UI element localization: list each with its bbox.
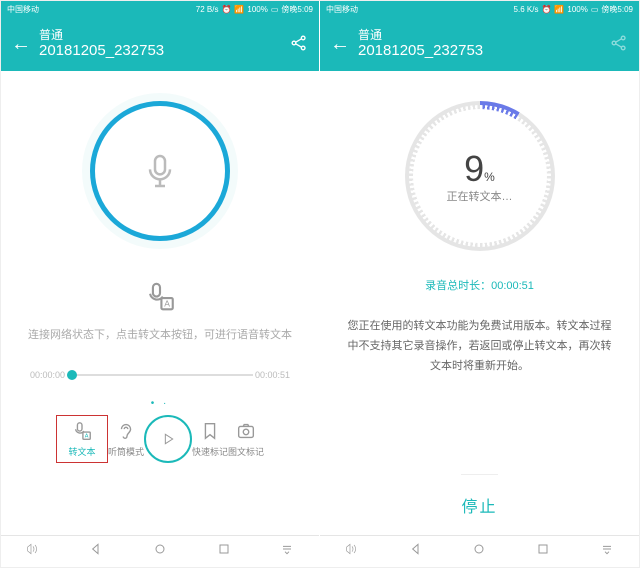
header-category: 普通 <box>39 28 281 42</box>
nav-home-icon[interactable] <box>471 541 487 562</box>
svg-text:A: A <box>85 433 89 439</box>
clock: 傍晚5:09 <box>281 4 313 15</box>
progress-slider[interactable]: 00:00:00 00:00:51 <box>30 370 290 380</box>
battery-icon: ▭ <box>591 5 599 14</box>
time-start: 00:00:00 <box>30 370 65 380</box>
quickmark-label: 快速标记 <box>192 445 228 458</box>
transcribe-icon: A <box>71 421 93 443</box>
play-icon <box>144 415 192 463</box>
slider-track[interactable] <box>67 374 253 376</box>
share-icon[interactable] <box>289 33 309 56</box>
back-icon[interactable]: ← <box>11 33 31 56</box>
nav-drawer-icon[interactable] <box>279 541 295 562</box>
percent-unit: % <box>484 170 495 184</box>
hint-block: A 连接网络状态下，点击转文本按钮，可进行语音转文本 <box>28 281 292 342</box>
bookmark-icon <box>199 420 221 442</box>
toolbar: A 转文本 听筒模式 快速标记 图文标记 <box>56 409 264 467</box>
nav-recent-icon[interactable] <box>535 541 551 562</box>
nav-home-icon[interactable] <box>152 541 168 562</box>
app-header: ← 普通 20181205_232753 <box>320 17 639 71</box>
progress-ring: 9% 正在转文本… <box>405 101 555 251</box>
net-speed: 5.6 K/s <box>514 5 539 14</box>
header-category: 普通 <box>358 28 601 42</box>
header-title: 20181205_232753 <box>39 42 281 60</box>
main-area: 9% 正在转文本… 录音总时长：00:00:51 您正在使用的转文本功能为免费试… <box>320 71 639 535</box>
alarm-icon: ⏰ <box>221 5 231 14</box>
back-icon[interactable]: ← <box>330 33 350 56</box>
ring-label: 正在转文本… <box>447 188 513 204</box>
transcribe-label: 转文本 <box>68 445 95 458</box>
phone-left: 中国移动 72 B/s ⏰ 📶 100% ▭ 傍晚5:09 ← 普通 20181… <box>1 1 320 567</box>
nav-bar <box>320 535 639 567</box>
status-bar: 中国移动 72 B/s ⏰ 📶 100% ▭ 傍晚5:09 <box>1 1 319 17</box>
app-header: ← 普通 20181205_232753 <box>1 17 319 71</box>
alarm-icon: ⏰ <box>541 5 551 14</box>
signal-icon: 📶 <box>234 5 244 14</box>
page-dots: • · <box>151 398 170 409</box>
nav-voice-icon[interactable] <box>344 541 360 562</box>
headset-button[interactable]: 听筒模式 <box>108 420 144 458</box>
mic-icon <box>140 151 180 191</box>
phone-right: 中国移动 5.6 K/s ⏰ 📶 100% ▭ 傍晚5:09 ← 普通 2018… <box>320 1 639 567</box>
play-button[interactable] <box>144 415 192 463</box>
photomark-button[interactable]: 图文标记 <box>228 420 264 458</box>
quickmark-button[interactable]: 快速标记 <box>192 420 228 458</box>
stop-button[interactable]: 停止 <box>461 474 497 535</box>
clock: 傍晚5:09 <box>601 4 633 15</box>
duration-value: 00:00:51 <box>491 280 534 292</box>
duration-label: 录音总时长： <box>425 280 491 292</box>
record-circle[interactable] <box>90 101 230 241</box>
status-bar: 中国移动 5.6 K/s ⏰ 📶 100% ▭ 傍晚5:09 <box>320 1 639 17</box>
nav-recent-icon[interactable] <box>216 541 232 562</box>
transcribe-button[interactable]: A 转文本 <box>56 415 108 463</box>
transcribe-hint-icon: A <box>28 281 292 318</box>
header-title: 20181205_232753 <box>358 42 601 60</box>
battery-pct: 100% <box>567 5 587 14</box>
battery-pct: 100% <box>247 5 267 14</box>
percent-value: 9 <box>464 148 484 189</box>
svg-text:A: A <box>164 299 170 309</box>
duration-line: 录音总时长：00:00:51 <box>425 277 534 293</box>
ear-icon <box>115 420 137 442</box>
main-area: A 连接网络状态下，点击转文本按钮，可进行语音转文本 00:00:00 00:0… <box>1 71 319 535</box>
camera-icon <box>235 420 257 442</box>
nav-back-icon[interactable] <box>88 541 104 562</box>
carrier: 中国移动 <box>326 4 358 15</box>
signal-icon: 📶 <box>554 5 564 14</box>
nav-bar <box>1 535 319 567</box>
photomark-label: 图文标记 <box>228 445 264 458</box>
carrier: 中国移动 <box>7 4 39 15</box>
nav-drawer-icon[interactable] <box>599 541 615 562</box>
hint-text: 连接网络状态下，点击转文本按钮，可进行语音转文本 <box>28 326 292 342</box>
battery-icon: ▭ <box>271 5 279 14</box>
nav-voice-icon[interactable] <box>25 541 41 562</box>
headset-label: 听筒模式 <box>108 445 144 458</box>
share-icon[interactable] <box>609 33 629 56</box>
nav-back-icon[interactable] <box>408 541 424 562</box>
slider-knob[interactable] <box>67 370 77 380</box>
net-speed: 72 B/s <box>196 5 219 14</box>
time-end: 00:00:51 <box>255 370 290 380</box>
notice-text: 您正在使用的转文本功能为免费试用版本。转文本过程中不支持其它录音操作，若返回或停… <box>320 317 639 376</box>
